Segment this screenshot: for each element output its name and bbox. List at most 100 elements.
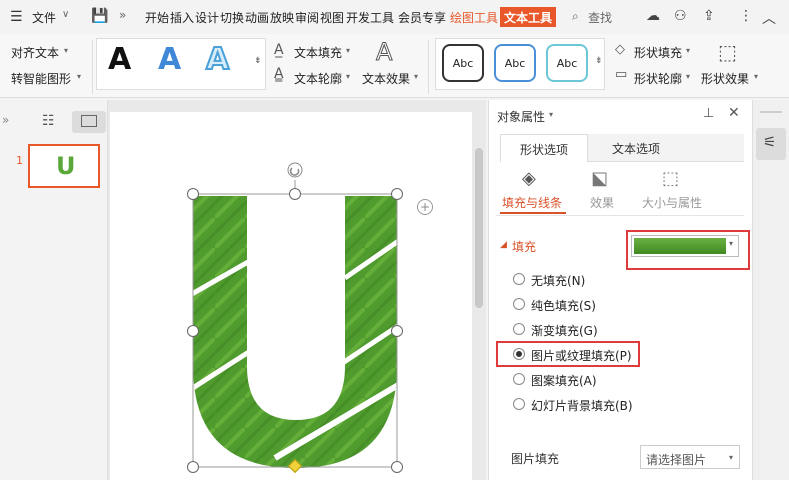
resize-handle-r[interactable] — [391, 325, 403, 337]
gallery-more-icon[interactable]: ⇟ — [595, 56, 603, 66]
panel-title[interactable]: 对象属性 — [497, 108, 545, 125]
shape-outline-button[interactable]: 形状轮廓 — [634, 70, 682, 87]
dropdown-icon[interactable]: ▾ — [346, 72, 350, 81]
tab-slideshow[interactable]: 放映 — [270, 9, 294, 26]
subtab-fill-line[interactable]: 填充与线条 — [502, 194, 562, 211]
tab-shape-label: 形状选项 — [520, 143, 569, 157]
option-solid-fill[interactable]: 纯色填充(S) — [531, 297, 596, 314]
shape-fill-button[interactable]: 形状填充 — [634, 44, 682, 61]
size-icon[interactable]: ⬚ — [662, 168, 679, 189]
effect-icon[interactable]: ⬕ — [591, 168, 608, 189]
text-effect-icon[interactable]: A — [375, 38, 392, 67]
fill-line-icon[interactable]: ◈ — [522, 168, 536, 189]
resize-handle-l[interactable] — [187, 325, 199, 337]
more-icon[interactable]: ⋮ — [739, 8, 753, 24]
resize-handle-t[interactable] — [289, 188, 301, 200]
shape-style-blue[interactable]: Abc — [494, 44, 536, 82]
file-menu[interactable]: 文件 — [32, 9, 56, 26]
dropdown-icon[interactable]: ▾ — [754, 72, 758, 81]
shape-style-teal[interactable]: Abc — [546, 44, 588, 82]
picture-fill-select[interactable]: 请选择图片 ▾ — [640, 445, 740, 469]
resize-handle-tl[interactable] — [187, 188, 199, 200]
option-pattern-fill[interactable]: 图案填充(A) — [531, 372, 597, 389]
radio-picture-texture-fill[interactable] — [513, 348, 525, 360]
wordart-style-blue[interactable]: A — [158, 42, 181, 77]
shape-style-dark[interactable]: Abc — [442, 44, 484, 82]
dropdown-icon[interactable]: ▾ — [686, 72, 690, 81]
text-fill-button[interactable]: 文本填充 — [294, 44, 342, 61]
convert-smart-shape-button[interactable]: 转智能图形 — [11, 70, 71, 87]
dropdown-icon[interactable]: ▾ — [414, 72, 418, 81]
pin-icon[interactable]: ⊥ — [703, 106, 714, 121]
shape-effect-button[interactable]: 形状效果 — [701, 70, 749, 87]
search-label[interactable]: 查找 — [588, 9, 612, 26]
tab-animation[interactable]: 动画 — [245, 9, 269, 26]
collapse-arrow-icon[interactable]: ◢ — [500, 240, 507, 250]
radio-pattern-fill[interactable] — [513, 373, 525, 385]
subtab-effect[interactable]: 效果 — [590, 194, 614, 211]
shape-outline-icon[interactable]: ▭ — [615, 67, 627, 82]
more-chevron-icon[interactable]: » — [119, 8, 126, 22]
subtab-underline — [500, 212, 566, 214]
dropdown-icon[interactable]: ▾ — [77, 72, 81, 81]
picture-fill-placeholder: 请选择图片 — [646, 453, 707, 467]
share-icon[interactable]: ⇪ — [703, 8, 715, 24]
dropdown-icon[interactable]: ▾ — [686, 46, 690, 55]
dropdown-icon[interactable]: ▾ — [549, 110, 553, 119]
radio-solid-fill[interactable] — [513, 298, 525, 310]
save-icon[interactable]: 💾 — [91, 8, 108, 24]
expand-pane-icon[interactable]: » — [2, 113, 9, 127]
tab-member[interactable]: 会员专享 — [398, 9, 446, 26]
wordart-style-black[interactable]: A — [108, 42, 131, 77]
search-icon[interactable]: ⌕ — [572, 9, 579, 24]
resize-handle-br[interactable] — [391, 461, 403, 473]
align-text-button[interactable]: 对齐文本 — [11, 44, 59, 61]
dropdown-icon[interactable]: ▾ — [64, 46, 68, 55]
tab-home[interactable]: 开始 — [145, 9, 169, 26]
fill-section-header[interactable]: 填充 — [512, 238, 536, 255]
radio-no-fill[interactable] — [513, 273, 525, 285]
tab-developer[interactable]: 开发工具 — [346, 9, 394, 26]
option-slide-background-fill[interactable]: 幻灯片背景填充(B) — [531, 397, 633, 414]
tab-review[interactable]: 审阅 — [295, 9, 319, 26]
tab-insert[interactable]: 插入 — [170, 9, 194, 26]
tab-shape-options[interactable]: 形状选项 — [500, 134, 588, 162]
tab-text-options[interactable]: 文本选项 — [588, 134, 744, 162]
collapse-ribbon-icon[interactable]: ︿ — [762, 8, 776, 28]
hamburger-icon[interactable]: ☰ — [10, 9, 23, 25]
u-shape-textbox[interactable] — [185, 158, 410, 480]
slide-view-tab[interactable] — [72, 111, 106, 133]
text-outline-icon[interactable]: A̳ — [274, 66, 284, 82]
tab-drawing-tools[interactable]: 绘图工具 — [446, 7, 502, 27]
resize-handle-bl[interactable] — [187, 461, 199, 473]
user-icon[interactable]: ⚇ — [674, 8, 687, 24]
gallery-more-icon[interactable]: ⇟ — [254, 56, 262, 66]
tab-design[interactable]: 设计 — [195, 9, 219, 26]
option-picture-texture-fill[interactable]: 图片或纹理填充(P) — [531, 347, 632, 364]
cloud-icon[interactable]: ☁ — [646, 8, 660, 24]
slide-thumbnail[interactable]: U — [28, 144, 100, 188]
text-outline-button[interactable]: 文本轮廓 — [294, 70, 342, 87]
radio-gradient-fill[interactable] — [513, 323, 525, 335]
tab-view[interactable]: 视图 — [320, 9, 344, 26]
chevron-down-icon[interactable]: ∨ — [62, 9, 69, 20]
tab-text-tools[interactable]: 文本工具 — [500, 7, 557, 27]
wordart-style-outline[interactable]: A — [205, 41, 230, 78]
properties-toggle[interactable]: ⚟ — [756, 128, 786, 160]
shape-effect-icon[interactable]: ⬚ — [718, 40, 737, 64]
outline-view-icon[interactable]: ☷ — [42, 113, 55, 129]
text-effect-button[interactable]: 文本效果 — [362, 70, 410, 87]
radio-slide-background-fill[interactable] — [513, 398, 525, 410]
tab-transition[interactable]: 切换 — [220, 9, 244, 26]
fill-preview-dropdown[interactable]: ▾ — [631, 235, 739, 257]
option-gradient-fill[interactable]: 渐变填充(G) — [531, 322, 598, 339]
add-icon[interactable]: + — [417, 199, 433, 215]
vertical-scrollbar[interactable] — [475, 148, 483, 308]
text-fill-icon[interactable]: A̲ — [274, 42, 284, 58]
shape-fill-icon[interactable]: ◇ — [615, 42, 625, 57]
option-no-fill[interactable]: 无填充(N) — [531, 272, 585, 289]
dropdown-icon[interactable]: ▾ — [346, 46, 350, 55]
subtab-size[interactable]: 大小与属性 — [642, 194, 702, 211]
close-icon[interactable]: ✕ — [728, 105, 740, 121]
resize-handle-tr[interactable] — [391, 188, 403, 200]
